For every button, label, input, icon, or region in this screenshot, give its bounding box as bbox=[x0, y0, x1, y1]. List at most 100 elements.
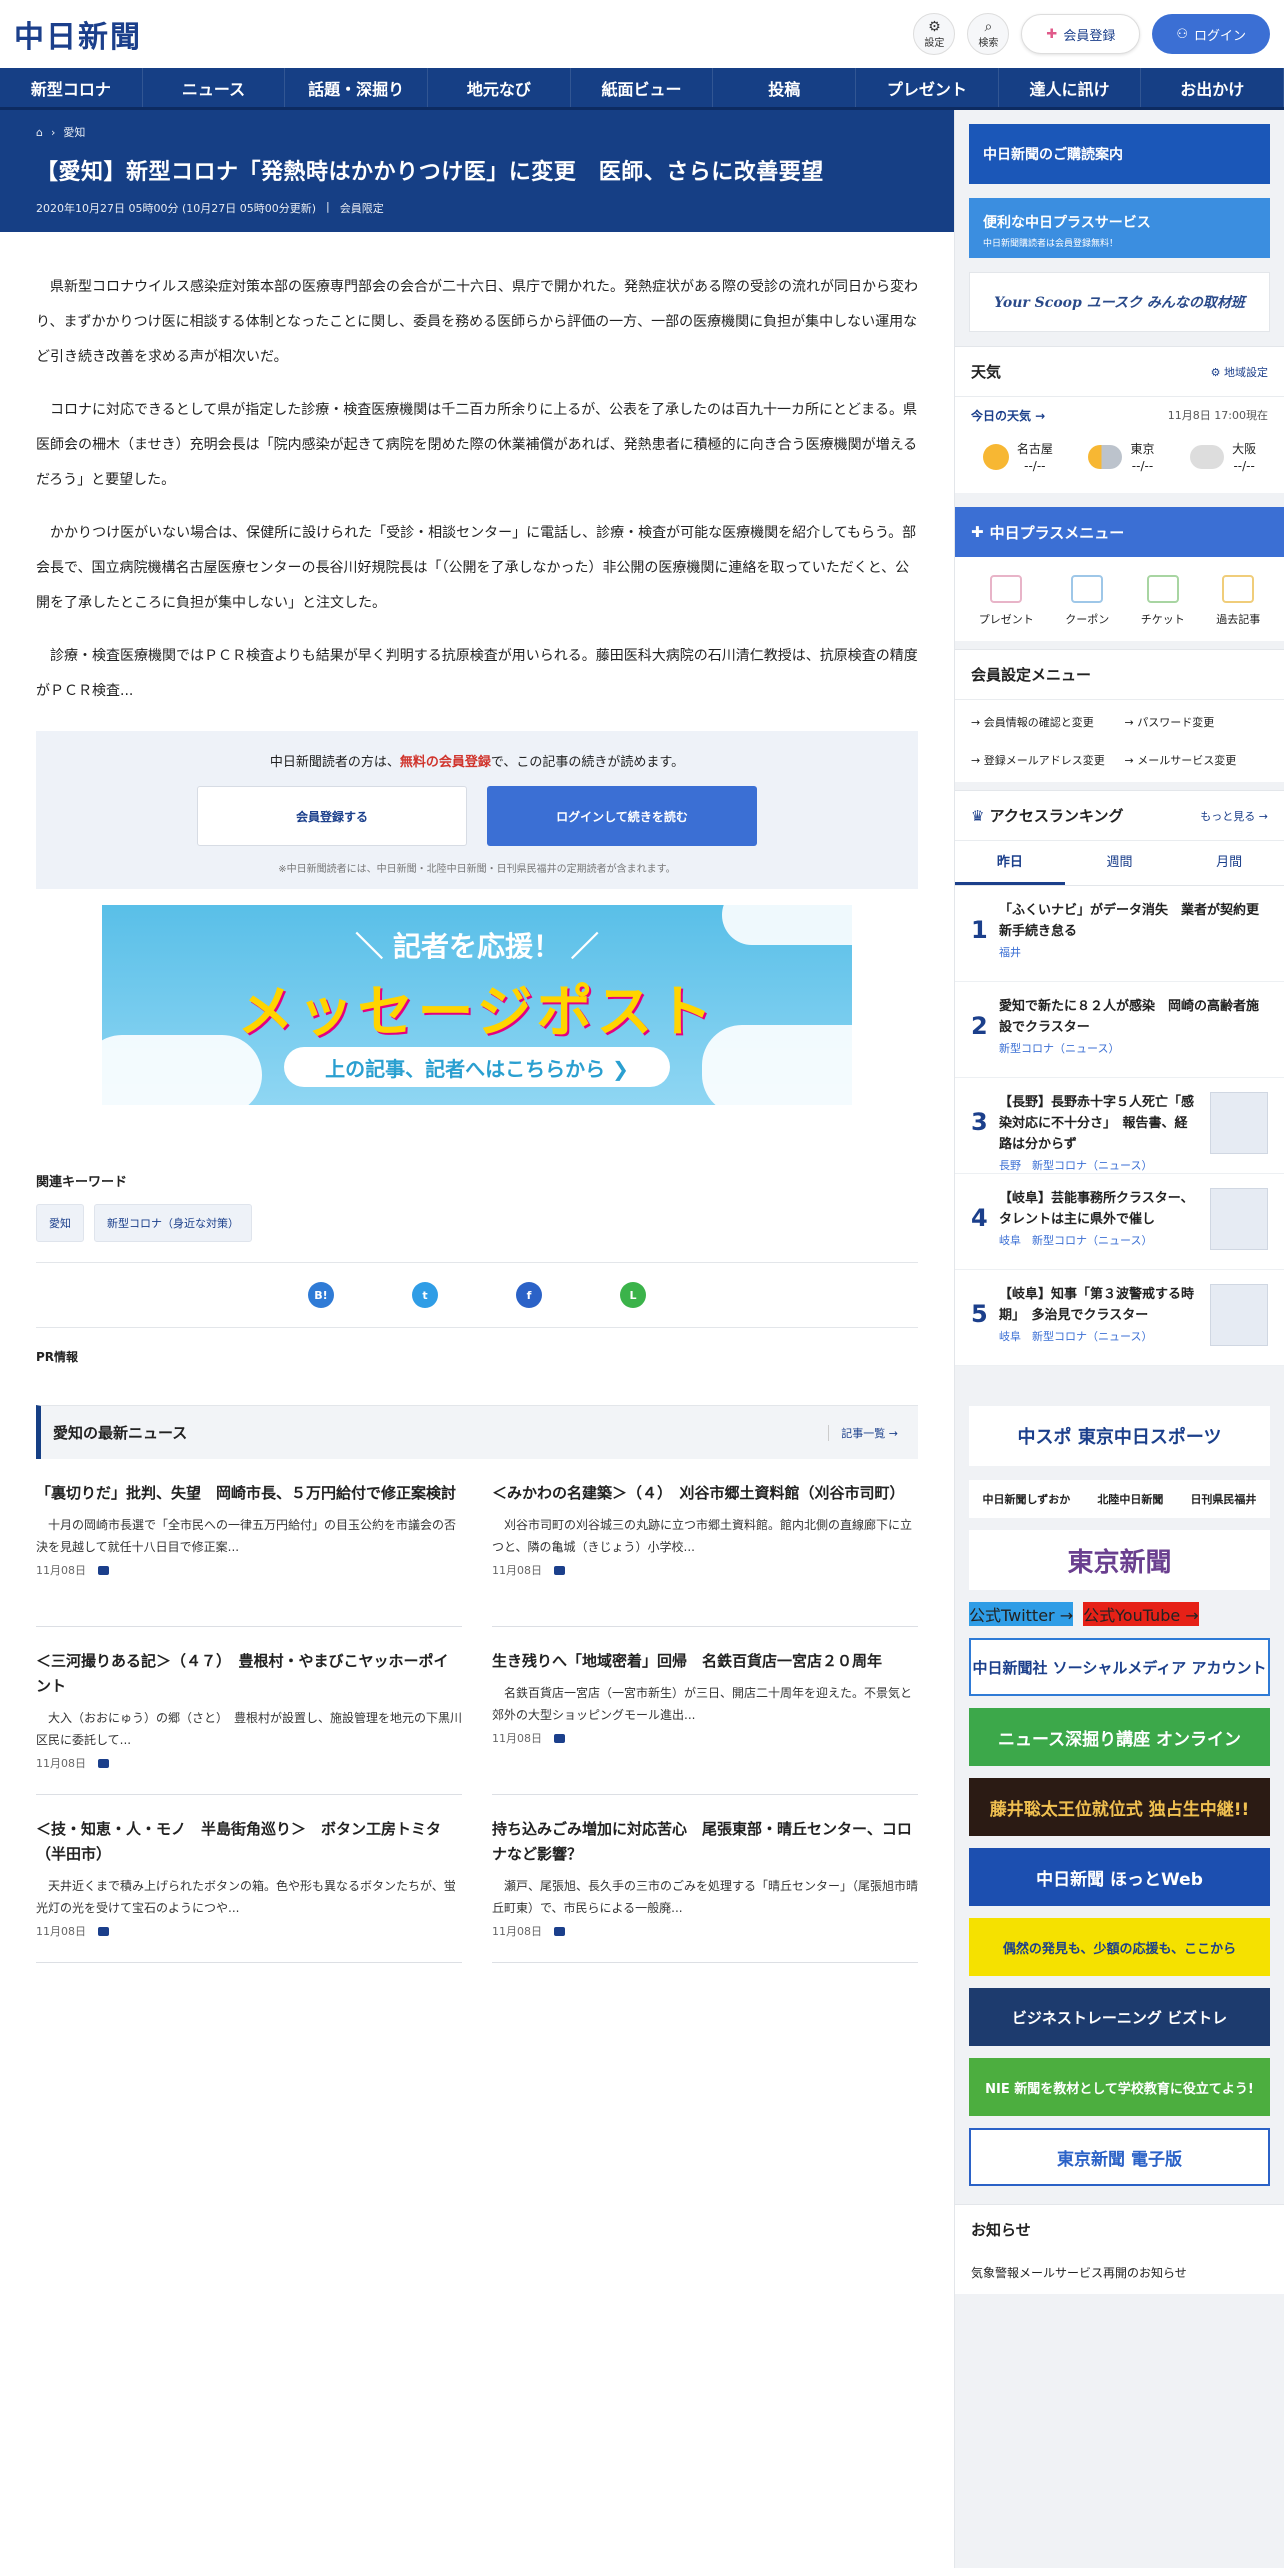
plus-icon: ✚ bbox=[971, 523, 984, 541]
rank-title[interactable]: 【長野】長野赤十字５人死亡「感染対応に不十分さ」 報告書、経路は分からず bbox=[999, 1092, 1200, 1155]
news-item[interactable]: 生き残りへ「地域密着」回帰 名鉄百貨店一宮店２０周年 名鉄百貨店一宮店（一宮市新… bbox=[492, 1627, 918, 1795]
member-menu-item[interactable]: → メールサービス変更 bbox=[1125, 752, 1269, 768]
breadcrumb-item[interactable]: 愛知 bbox=[63, 124, 85, 140]
rank-thumbnail[interactable] bbox=[1210, 1188, 1268, 1250]
news-title[interactable]: 「裏切りだ」批判、失望 岡崎市長、５万円給付で修正案検討 bbox=[36, 1481, 462, 1506]
rank-category[interactable]: 岐阜 新型コロナ（ニュース） bbox=[999, 1232, 1200, 1248]
hatena-bookmark-icon[interactable]: B! bbox=[308, 1282, 334, 1308]
rank-title[interactable]: 愛知で新たに８２人が感染 岡崎の高齢者施設でクラスター bbox=[999, 996, 1268, 1038]
hotweb-banner[interactable]: 中日新聞 ほっとWeb bbox=[969, 1848, 1270, 1906]
nav-item[interactable]: ニュース bbox=[143, 68, 286, 107]
news-item[interactable]: ＜技・知恵・人・モノ 半島街角巡り＞ ボタン工房トミタ（半田市） 天井近くまで積… bbox=[36, 1795, 462, 1963]
register-button[interactable]: ✚ 会員登録 bbox=[1021, 14, 1141, 54]
nav-item[interactable]: プレゼント bbox=[856, 68, 999, 107]
member-menu-item[interactable]: → 会員情報の確認と変更 bbox=[971, 714, 1115, 730]
rank-title[interactable]: 【岐阜】知事「第３波警戒する時期」 多治見でクラスター bbox=[999, 1284, 1200, 1326]
site-logo[interactable]: 中日新聞 bbox=[14, 12, 142, 56]
main-column: ⌂ › 愛知 【愛知】新型コロナ「発熱時はかかりつけ医」に変更 医師、さらに改善… bbox=[0, 110, 954, 2568]
line-icon[interactable]: L bbox=[620, 1282, 646, 1308]
news-item[interactable]: ＜みかわの名建築＞（４） 刈谷市郷土資料館（刈谷市司町） 刈谷市司町の刈谷城三の… bbox=[492, 1459, 918, 1627]
camera-icon bbox=[98, 1565, 109, 1575]
news-item[interactable]: 持ち込みごみ増加に対応苦心 尾張東部・晴丘センター、コロナなど影響？ 瀬戸、尾張… bbox=[492, 1795, 918, 1963]
plus-menu-ticket[interactable]: チケット bbox=[1141, 575, 1185, 627]
official-youtube-button[interactable]: 公式YouTube → bbox=[1083, 1602, 1199, 1626]
official-twitter-button[interactable]: 公式Twitter → bbox=[969, 1602, 1074, 1626]
ranking-more-link[interactable]: もっと見る → bbox=[1200, 808, 1268, 824]
paywall-login-button[interactable]: ログインして続きを読む bbox=[487, 786, 757, 846]
news-lecture-banner[interactable]: ニュース深掘り講座 オンライン bbox=[969, 1708, 1270, 1766]
weather-time: 11月8日 17:00現在 bbox=[1167, 409, 1268, 422]
today-weather-link[interactable]: 今日の天気 → bbox=[971, 407, 1045, 424]
keyword-tag[interactable]: 新型コロナ（身近な対策） bbox=[94, 1204, 252, 1242]
region-setting-link[interactable]: ⚙ 地域設定 bbox=[1211, 364, 1268, 380]
nav-item[interactable]: 新型コロナ bbox=[0, 68, 143, 107]
chuspo-banner[interactable]: 中スポ 東京中日スポーツ bbox=[969, 1406, 1270, 1466]
home-icon[interactable]: ⌂ bbox=[36, 126, 43, 139]
plus-service-banner[interactable]: 便利な中日プラスサービス 中日新聞購読者は会員登録無料！ bbox=[969, 198, 1270, 258]
subscription-banner[interactable]: 中日新聞のご購読案内 bbox=[969, 124, 1270, 184]
nav-item[interactable]: 話題・深掘り bbox=[285, 68, 429, 107]
paywall-register-button[interactable]: 会員登録する bbox=[197, 786, 467, 846]
rank-thumbnail[interactable] bbox=[1210, 1284, 1268, 1346]
banner-cta[interactable]: 上の記事、記者へはこちらから ❯ bbox=[284, 1047, 670, 1087]
news-title[interactable]: 持ち込みごみ増加に対応苦心 尾張東部・晴丘センター、コロナなど影響？ bbox=[492, 1817, 918, 1867]
ranking-item[interactable]: 4 【岐阜】芸能事務所クラスター、タレントは主に県外で催し 岐阜 新型コロナ（ニュ… bbox=[955, 1174, 1284, 1270]
rank-thumbnail[interactable] bbox=[1210, 1092, 1268, 1154]
nie-banner[interactable]: NIE 新聞を教材として学校教育に役立てよう! bbox=[969, 2058, 1270, 2116]
rank-number: 2 bbox=[971, 1012, 988, 1040]
plus-menu-label: チケット bbox=[1140, 613, 1185, 626]
rank-category[interactable]: 長野 新型コロナ（ニュース） bbox=[999, 1157, 1200, 1173]
news-title[interactable]: ＜技・知恵・人・モノ 半島街角巡り＞ ボタン工房トミタ（半田市） bbox=[36, 1817, 462, 1867]
tab-yesterday[interactable]: 昨日 bbox=[955, 841, 1065, 885]
paywall-buttons: 会員登録する ログインして続きを読む bbox=[56, 786, 898, 846]
news-title[interactable]: ＜みかわの名建築＞（４） 刈谷市郷土資料館（刈谷市司町） bbox=[492, 1481, 918, 1506]
affiliate-link[interactable]: 中日新聞しずおか bbox=[983, 1491, 1071, 1507]
rank-title[interactable]: 「ふくいナビ」がデータ消失 業者が契約更新手続き怠る bbox=[999, 900, 1268, 942]
login-button[interactable]: ⚇ ログイン bbox=[1152, 14, 1270, 54]
tokyo-shimbun-banner[interactable]: 東京新聞 bbox=[969, 1530, 1270, 1590]
notice-header: お知らせ bbox=[955, 2204, 1284, 2254]
news-item[interactable]: ＜三河撮りある記＞（４７） 豊根村・やまびこヤッホーポイント 大入（おおにゅう）… bbox=[36, 1627, 462, 1795]
search-button[interactable]: ⌕ 検索 bbox=[967, 13, 1010, 55]
twitter-icon[interactable]: t bbox=[412, 1282, 438, 1308]
tokyo-digital-banner[interactable]: 東京新聞 電子版 bbox=[969, 2128, 1270, 2186]
rank-category[interactable]: 福井 bbox=[999, 944, 1268, 960]
notice-item[interactable]: 気象警報メールサービス再開のお知らせ bbox=[955, 2254, 1284, 2294]
affiliate-link[interactable]: 日刊県民福井 bbox=[1190, 1491, 1256, 1507]
nav-item[interactable]: 地元なび bbox=[428, 68, 571, 107]
settings-button[interactable]: ⚙ 設定 bbox=[913, 13, 956, 55]
social-media-banner[interactable]: 中日新聞社 ソーシャルメディア アカウント bbox=[969, 1638, 1270, 1696]
keyword-tag[interactable]: 愛知 bbox=[36, 1204, 84, 1242]
news-title[interactable]: 生き残りへ「地域密着」回帰 名鉄百貨店一宮店２０周年 bbox=[492, 1649, 918, 1674]
rank-title[interactable]: 【岐阜】芸能事務所クラスター、タレントは主に県外で催し bbox=[999, 1188, 1200, 1230]
nav-item[interactable]: お出かけ bbox=[1141, 68, 1284, 107]
crowdfunding-banner[interactable]: 偶然の発見も、少額の応援も、ここから bbox=[969, 1918, 1270, 1976]
article-list-link[interactable]: 記事一覧 → bbox=[828, 1424, 898, 1441]
ranking-item[interactable]: 3 【長野】長野赤十字５人死亡「感染対応に不十分さ」 報告書、経路は分からず 長野… bbox=[955, 1078, 1284, 1174]
plus-menu-coupon[interactable]: クーポン bbox=[1065, 575, 1109, 627]
message-post-banner[interactable]: ＼ 記者を応援！ ／ メッセージポスト 上の記事、記者へはこちらから ❯ bbox=[102, 905, 852, 1105]
plus-menu-archive[interactable]: 過去記事 bbox=[1216, 575, 1260, 627]
plus-menu-present[interactable]: プレゼント bbox=[979, 575, 1034, 627]
ranking-item[interactable]: 5 【岐阜】知事「第３波警戒する時期」 多治見でクラスター 岐阜 新型コロナ（ニュ… bbox=[955, 1270, 1284, 1366]
rank-category[interactable]: 岐阜 新型コロナ（ニュース） bbox=[999, 1328, 1200, 1344]
news-title[interactable]: ＜三河撮りある記＞（４７） 豊根村・やまびこヤッホーポイント bbox=[36, 1649, 462, 1699]
news-item[interactable]: 「裏切りだ」批判、失望 岡崎市長、５万円給付で修正案検討 十月の岡崎市長選で「全… bbox=[36, 1459, 462, 1627]
ranking-item[interactable]: 1 「ふくいナビ」がデータ消失 業者が契約更新手続き怠る 福井 bbox=[955, 886, 1284, 982]
nav-item[interactable]: 投稿 bbox=[713, 68, 857, 107]
rank-category[interactable]: 新型コロナ（ニュース） bbox=[999, 1040, 1268, 1056]
plus-menu-label: 過去記事 bbox=[1216, 613, 1261, 626]
nav-item[interactable]: 紙面ビュー bbox=[571, 68, 714, 107]
member-menu-item[interactable]: → パスワード変更 bbox=[1125, 714, 1269, 730]
nav-item[interactable]: 達人に訊け bbox=[999, 68, 1142, 107]
yourscoop-banner[interactable]: Your Scoop ユースク みんなの取材班 bbox=[969, 272, 1270, 332]
tab-weekly[interactable]: 週間 bbox=[1065, 841, 1175, 885]
tab-monthly[interactable]: 月間 bbox=[1174, 841, 1284, 885]
member-menu-item[interactable]: → 登録メールアドレス変更 bbox=[971, 752, 1115, 768]
biztore-banner[interactable]: ビジネストレーニング ビズトレ bbox=[969, 1988, 1270, 2046]
facebook-icon[interactable]: f bbox=[516, 1282, 542, 1308]
fujii-banner[interactable]: 藤井聡太王位就位式 独占生中継!! bbox=[969, 1778, 1270, 1836]
free-register-link[interactable]: 無料の会員登録 bbox=[400, 755, 491, 770]
affiliate-link[interactable]: 北陸中日新聞 bbox=[1097, 1491, 1163, 1507]
ranking-item[interactable]: 2 愛知で新たに８２人が感染 岡崎の高齢者施設でクラスター新型コロナ（ニュース） bbox=[955, 982, 1284, 1078]
